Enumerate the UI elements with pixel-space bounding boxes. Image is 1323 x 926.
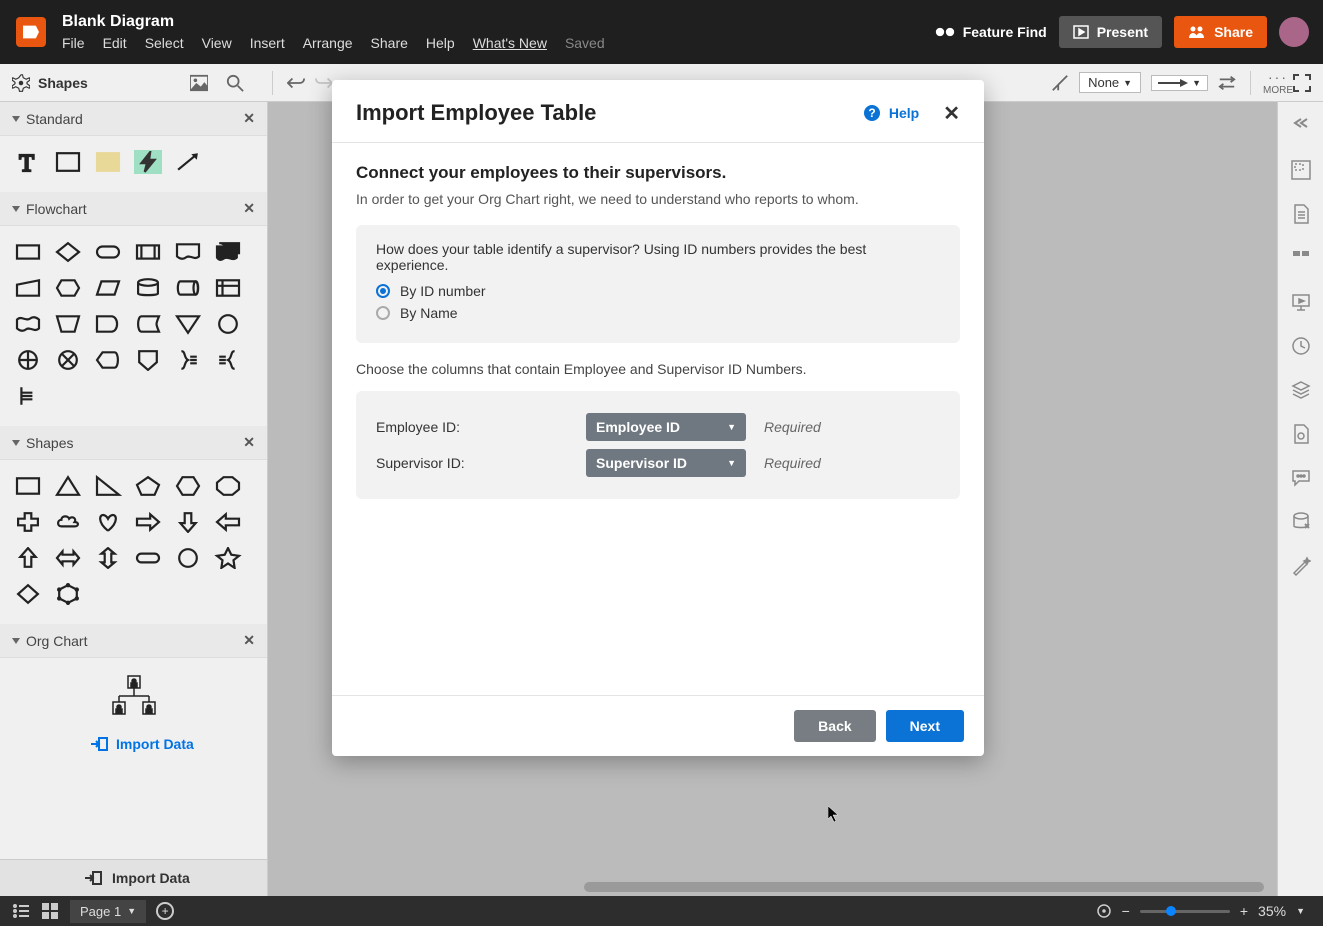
supervisor-id-value: Supervisor ID: [596, 455, 687, 471]
chevron-down-icon: ▼: [727, 458, 736, 468]
help-label: Help: [889, 105, 919, 121]
employee-id-row: Employee ID: Employee ID ▼ Required: [376, 413, 940, 441]
required-label: Required: [764, 419, 821, 435]
modal-header: Import Employee Table ? Help ✕: [332, 80, 984, 143]
employee-id-select[interactable]: Employee ID ▼: [586, 413, 746, 441]
modal-body: Connect your employees to their supervis…: [332, 143, 984, 695]
chevron-down-icon: ▼: [727, 422, 736, 432]
modal-subtitle: Connect your employees to their supervis…: [356, 163, 960, 183]
identify-card: How does your table identify a superviso…: [356, 225, 960, 343]
modal-footer: Back Next: [332, 695, 984, 756]
radio-icon: [376, 306, 390, 320]
radio-by-name[interactable]: By Name: [376, 305, 940, 321]
radio-icon: [376, 284, 390, 298]
next-button[interactable]: Next: [886, 710, 964, 742]
help-link[interactable]: ? Help: [863, 104, 919, 122]
supervisor-id-label: Supervisor ID:: [376, 455, 586, 471]
employee-id-value: Employee ID: [596, 419, 680, 435]
employee-id-label: Employee ID:: [376, 419, 586, 435]
close-icon[interactable]: ✕: [943, 101, 960, 126]
import-modal: Import Employee Table ? Help ✕ Connect y…: [332, 80, 984, 756]
radio-id-label: By ID number: [400, 283, 486, 299]
fields-card: Employee ID: Employee ID ▼ Required Supe…: [356, 391, 960, 499]
radio-by-id[interactable]: By ID number: [376, 283, 940, 299]
back-button[interactable]: Back: [794, 710, 875, 742]
card-question: How does your table identify a superviso…: [376, 241, 940, 273]
required-label: Required: [764, 455, 821, 471]
help-icon: ?: [863, 104, 881, 122]
supervisor-id-select[interactable]: Supervisor ID ▼: [586, 449, 746, 477]
choose-columns-text: Choose the columns that contain Employee…: [356, 361, 960, 377]
supervisor-id-row: Supervisor ID: Supervisor ID ▼ Required: [376, 449, 940, 477]
modal-title: Import Employee Table: [356, 100, 596, 126]
modal-overlay: Import Employee Table ? Help ✕ Connect y…: [0, 0, 1323, 926]
modal-description: In order to get your Org Chart right, we…: [356, 191, 960, 207]
radio-name-label: By Name: [400, 305, 458, 321]
cursor-icon: [828, 806, 840, 822]
svg-text:?: ?: [868, 106, 875, 120]
